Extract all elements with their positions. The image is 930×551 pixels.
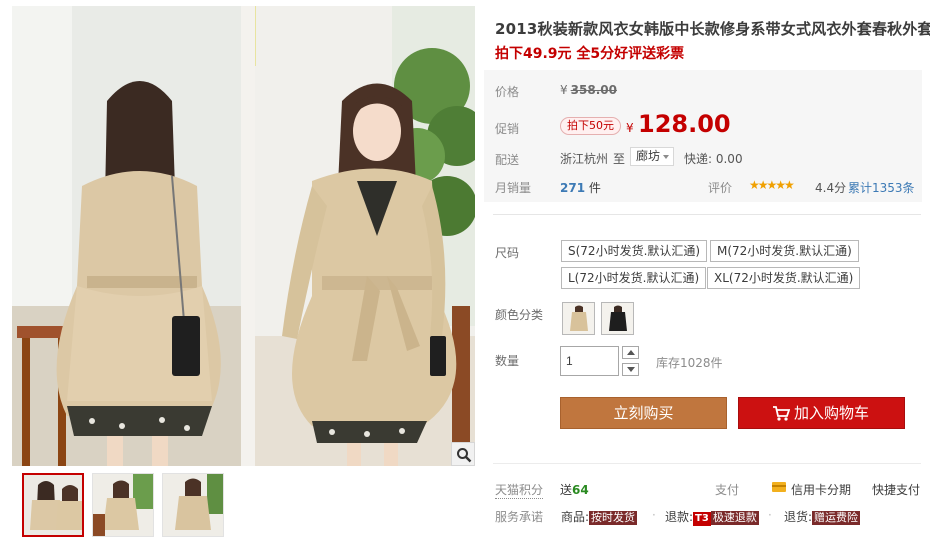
monthly-sales-label: 月销量 bbox=[495, 181, 532, 195]
chevron-down-icon bbox=[627, 367, 635, 372]
quantity-decrease-button[interactable] bbox=[622, 363, 639, 376]
credit-card-icon bbox=[772, 482, 786, 492]
credit-installment-link[interactable]: 信用卡分期 bbox=[791, 481, 851, 498]
rating-label: 评价 bbox=[708, 181, 733, 195]
thumbnail-1[interactable] bbox=[22, 473, 84, 537]
size-option-s[interactable]: S(72小时发货.默认汇通) bbox=[561, 240, 708, 262]
chevron-down-icon bbox=[663, 155, 669, 159]
size-option-l[interactable]: L(72小时发货.默认汇通) bbox=[561, 267, 707, 289]
quantity-label: 数量 bbox=[495, 354, 520, 368]
promise-goods[interactable]: 商品: 按时发货 bbox=[561, 508, 638, 525]
original-price: ¥358.00 bbox=[560, 83, 617, 97]
buy-now-button[interactable]: 立刻购买 bbox=[560, 397, 727, 429]
thumbnail-image bbox=[93, 474, 153, 536]
ship-from: 浙江杭州 bbox=[560, 152, 609, 166]
zoom-button[interactable] bbox=[451, 442, 475, 466]
promo-currency-symbol: ¥ bbox=[626, 121, 634, 135]
khaki-coat-swatch bbox=[563, 303, 594, 334]
divider bbox=[493, 214, 921, 215]
return-label: 退货: bbox=[784, 510, 813, 524]
add-to-cart-button[interactable]: 加入购物车 bbox=[738, 397, 905, 429]
service-promise-label: 服务承诺 bbox=[495, 510, 544, 524]
black-coat-swatch bbox=[602, 303, 633, 334]
payment-label: 支付 bbox=[715, 483, 740, 497]
t3-badge: T3 bbox=[693, 512, 711, 526]
on-time-delivery-badge: 按时发货 bbox=[589, 511, 638, 525]
thumbnail-2[interactable] bbox=[92, 473, 154, 537]
currency-symbol: ¥ bbox=[560, 83, 568, 97]
thumbnail-image bbox=[24, 475, 82, 535]
promise-refund[interactable]: 退款: T3 极速退款 bbox=[665, 508, 759, 526]
tmall-points-label[interactable]: 天猫积分 bbox=[495, 481, 544, 499]
shipping-fee: 快递: 0.00 bbox=[684, 152, 743, 166]
color-option-khaki[interactable] bbox=[562, 302, 595, 335]
main-product-photo[interactable] bbox=[12, 6, 475, 466]
dot-separator: · bbox=[768, 508, 772, 522]
fast-refund-badge: 极速退款 bbox=[710, 511, 759, 525]
destination-select[interactable]: 廊坊 bbox=[630, 147, 674, 166]
shopping-cart-icon bbox=[773, 406, 790, 421]
quantity-input[interactable] bbox=[560, 346, 619, 376]
ship-to-word: 至 bbox=[613, 152, 626, 166]
refund-label: 退款: bbox=[665, 510, 694, 524]
color-label: 颜色分类 bbox=[495, 308, 544, 322]
stock-count: 库存1028件 bbox=[656, 356, 723, 370]
chevron-up-icon bbox=[627, 350, 635, 355]
original-price-value: 358.00 bbox=[570, 83, 617, 97]
thumbnail-3[interactable] bbox=[162, 473, 224, 537]
monthly-sales-unit: 件 bbox=[588, 181, 601, 195]
size-label: 尺码 bbox=[495, 246, 520, 260]
divider bbox=[493, 463, 921, 464]
photo-divider bbox=[241, 6, 255, 466]
add-to-cart-label: 加入购物车 bbox=[793, 404, 869, 422]
magnifier-icon bbox=[457, 448, 472, 463]
promo-tag: 拍下50元 bbox=[560, 117, 621, 135]
thumbnail-image bbox=[163, 474, 223, 536]
promise-return[interactable]: 退货: 赠运费险 bbox=[784, 508, 861, 525]
fast-pay-link[interactable]: 快捷支付 bbox=[872, 481, 920, 498]
promo-price: 128.00 bbox=[638, 110, 731, 138]
tmall-points: 送64 bbox=[560, 481, 589, 498]
quantity-increase-button[interactable] bbox=[622, 346, 639, 359]
goods-label: 商品: bbox=[561, 510, 590, 524]
rating-stars-icon: ★★★★★ bbox=[749, 178, 795, 192]
dot-separator: · bbox=[652, 508, 656, 522]
price-label: 价格 bbox=[495, 85, 520, 99]
points-prefix: 送 bbox=[560, 483, 573, 497]
destination-value: 廊坊 bbox=[636, 149, 661, 163]
rating-score: 4.4分 bbox=[815, 181, 847, 195]
promo-label: 促销 bbox=[495, 122, 520, 136]
monthly-sales-count: 271 bbox=[560, 181, 586, 195]
product-title: 2013秋装新款风衣女韩版中长款修身系带女式风衣外套春秋外套 bbox=[495, 20, 930, 38]
points-amount: 64 bbox=[572, 483, 589, 497]
shipping-insurance-badge: 赠运费险 bbox=[812, 511, 861, 525]
product-subtitle: 拍下49.9元 全5分好评送彩票 bbox=[495, 46, 685, 62]
color-option-black[interactable] bbox=[601, 302, 634, 335]
size-option-m[interactable]: M(72小时发货.默认汇通) bbox=[710, 240, 859, 262]
size-option-xl[interactable]: XL(72小时发货.默认汇通) bbox=[707, 267, 861, 289]
monthly-sales: 271 件 bbox=[560, 179, 601, 196]
review-count-link[interactable]: 累计1353条 bbox=[848, 179, 915, 196]
shipping-label: 配送 bbox=[495, 153, 520, 167]
